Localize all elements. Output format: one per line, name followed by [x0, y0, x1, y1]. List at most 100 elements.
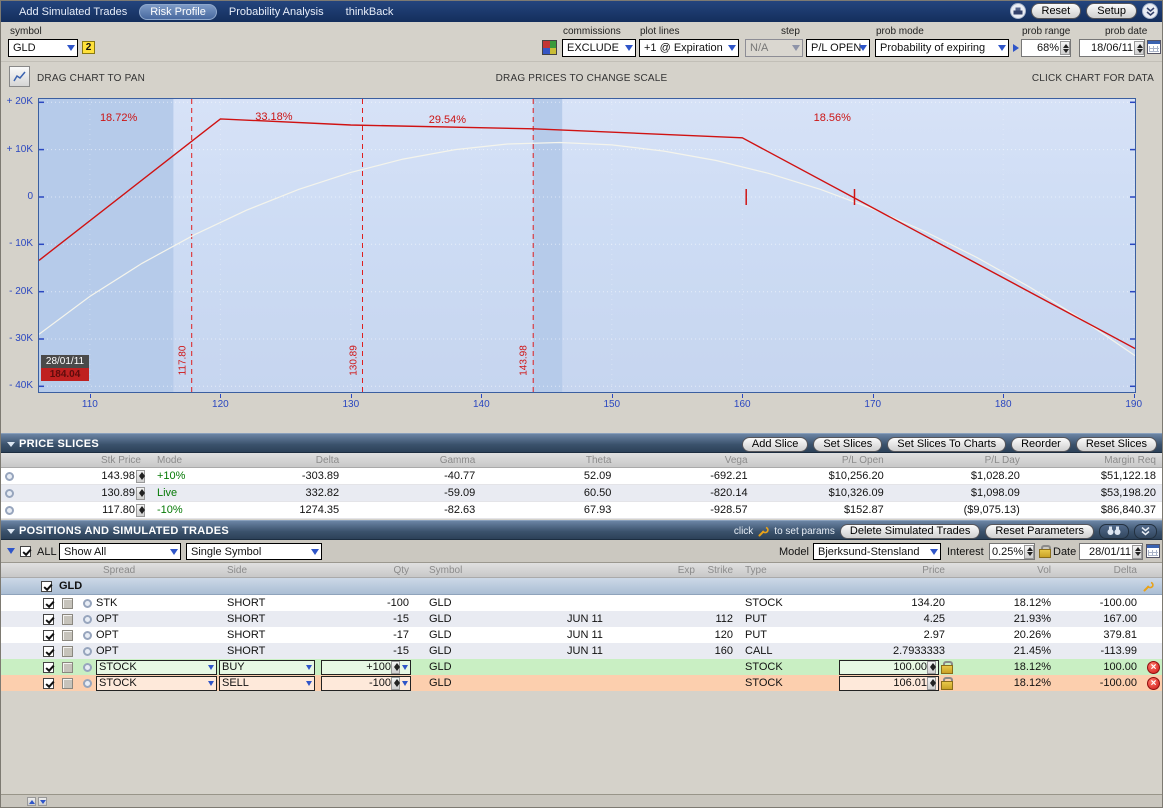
delete-x-icon[interactable]: ×: [1147, 677, 1160, 690]
spinner-buttons-icon[interactable]: [1134, 41, 1144, 55]
row-param-cell[interactable]: [57, 614, 77, 625]
reset-button[interactable]: Reset: [1031, 3, 1082, 19]
row-param-cell[interactable]: [57, 678, 77, 689]
scroll-down-button[interactable]: [38, 797, 47, 806]
row-check-cell[interactable]: [1, 662, 57, 673]
collapse-panel-icon[interactable]: [1142, 3, 1158, 19]
delete-trade-button[interactable]: ×: [1143, 677, 1163, 690]
tab-add-simulated-trades[interactable]: Add Simulated Trades: [9, 4, 137, 20]
instrument-select[interactable]: STOCK: [77, 660, 217, 675]
row-check-cell[interactable]: [1, 646, 57, 657]
row-check-cell[interactable]: [1, 614, 57, 625]
reset-parameters-button[interactable]: Reset Parameters: [985, 524, 1094, 539]
prob-mode-select[interactable]: Probability of expiring: [875, 39, 1009, 57]
spinner-buttons-icon[interactable]: [1024, 545, 1034, 559]
commissions-grid-icon[interactable]: [542, 40, 557, 55]
spinner-buttons-icon[interactable]: [136, 504, 145, 517]
collapse-groups-button[interactable]: [1134, 524, 1157, 539]
delete-simulated-trades-button[interactable]: Delete Simulated Trades: [840, 524, 980, 539]
row-checkbox[interactable]: [43, 678, 54, 689]
stk-price-spinner[interactable]: 130.89: [17, 487, 147, 500]
row-checkbox[interactable]: [43, 614, 54, 625]
select-all-checkbox[interactable]: [20, 546, 31, 557]
step-select[interactable]: N/A: [745, 39, 803, 57]
symbol-group-row[interactable]: GLD: [1, 578, 1162, 595]
tab-probability-analysis[interactable]: Probability Analysis: [219, 4, 334, 20]
spinner-buttons-icon[interactable]: [1060, 41, 1070, 55]
spinner-buttons-icon[interactable]: [927, 661, 936, 674]
calendar-icon[interactable]: [1147, 40, 1161, 54]
interest-spinner[interactable]: 0.25%: [989, 543, 1035, 560]
stk-price-spinner[interactable]: 117.80: [17, 504, 147, 517]
reset-slices-button[interactable]: Reset Slices: [1076, 437, 1157, 452]
prob-date-spinner[interactable]: 18/06/11: [1079, 39, 1145, 57]
price-stepper[interactable]: 106.01: [837, 676, 951, 691]
scope-filter-select[interactable]: Single Symbol: [186, 543, 322, 560]
param-box-icon[interactable]: [62, 614, 73, 625]
tab-thinkback[interactable]: thinkBack: [336, 4, 404, 20]
qty-stepper[interactable]: +100: [319, 660, 415, 675]
price-stepper[interactable]: 100.00: [837, 660, 951, 675]
scroll-up-button[interactable]: [27, 797, 36, 806]
set-slices-button[interactable]: Set Slices: [813, 437, 882, 452]
qty-stepper[interactable]: -100: [319, 676, 415, 691]
side-select[interactable]: SELL: [217, 676, 319, 691]
param-box-icon[interactable]: [62, 646, 73, 657]
add-slice-button[interactable]: Add Slice: [742, 437, 808, 452]
prob-range-spinner[interactable]: 68%: [1021, 39, 1071, 57]
collapse-caret-icon[interactable]: [7, 529, 15, 534]
instrument-cell: OPT: [77, 645, 217, 657]
row-param-cell[interactable]: [57, 598, 77, 609]
tab-risk-profile[interactable]: Risk Profile: [139, 4, 217, 20]
delete-x-icon[interactable]: ×: [1147, 661, 1160, 674]
row-checkbox[interactable]: [43, 662, 54, 673]
wrench-icon[interactable]: [1143, 581, 1154, 592]
calendar-icon[interactable]: [1146, 544, 1160, 558]
symbol-combo[interactable]: GLD: [8, 39, 78, 57]
show-filter-select[interactable]: Show All: [59, 543, 181, 560]
x-axis-tick-icon: [612, 394, 613, 398]
set-slices-to-charts-button[interactable]: Set Slices To Charts: [887, 437, 1006, 452]
param-box-icon[interactable]: [62, 630, 73, 641]
spinner-buttons-icon[interactable]: [1132, 545, 1142, 559]
setup-button[interactable]: Setup: [1086, 3, 1137, 19]
row-param-cell[interactable]: [57, 662, 77, 673]
model-select[interactable]: Bjerksund-Stensland: [813, 543, 941, 560]
print-icon[interactable]: [1010, 3, 1026, 19]
lock-icon[interactable]: [941, 661, 951, 674]
plot-lines-select[interactable]: +1 @ Expiration: [639, 39, 739, 57]
row-checkbox[interactable]: [43, 646, 54, 657]
commissions-select[interactable]: EXCLUDE: [562, 39, 636, 57]
row-checkbox[interactable]: [43, 598, 54, 609]
instrument-select[interactable]: STOCK: [77, 676, 217, 691]
spinner-buttons-icon[interactable]: [391, 677, 400, 690]
lock-icon[interactable]: [941, 677, 951, 690]
param-box-icon[interactable]: [62, 598, 73, 609]
lock-icon[interactable]: [1039, 545, 1049, 558]
param-box-icon[interactable]: [62, 678, 73, 689]
row-check-cell[interactable]: [1, 678, 57, 689]
collapse-caret-icon[interactable]: [7, 442, 15, 447]
param-box-icon[interactable]: [62, 662, 73, 673]
row-check-cell[interactable]: [1, 630, 57, 641]
spinner-buttons-icon[interactable]: [136, 487, 145, 500]
group-checkbox[interactable]: [41, 581, 52, 592]
row-param-cell[interactable]: [57, 646, 77, 657]
find-position-button[interactable]: [1099, 524, 1129, 539]
row-param-cell[interactable]: [57, 630, 77, 641]
pl-mode-select[interactable]: P/L OPEN: [806, 39, 870, 57]
expand-caret-icon[interactable]: [7, 548, 15, 554]
row-check-cell[interactable]: [1, 598, 57, 609]
stk-price-spinner[interactable]: 143.98: [17, 470, 147, 483]
delete-trade-button[interactable]: ×: [1143, 661, 1163, 674]
reorder-button[interactable]: Reorder: [1011, 437, 1071, 452]
advance-arrow-icon[interactable]: [1013, 44, 1019, 52]
row-checkbox[interactable]: [43, 630, 54, 641]
spinner-buttons-icon[interactable]: [391, 661, 400, 674]
positions-date-spinner[interactable]: 28/01/11: [1079, 543, 1143, 560]
side-select[interactable]: BUY: [217, 660, 319, 675]
spinner-buttons-icon[interactable]: [136, 470, 145, 483]
spinner-buttons-icon[interactable]: [927, 677, 936, 690]
link-group-badge[interactable]: 2: [82, 41, 95, 54]
chart-plot[interactable]: 18.72%33.18%29.54%18.56%117.80130.89143.…: [38, 98, 1136, 393]
